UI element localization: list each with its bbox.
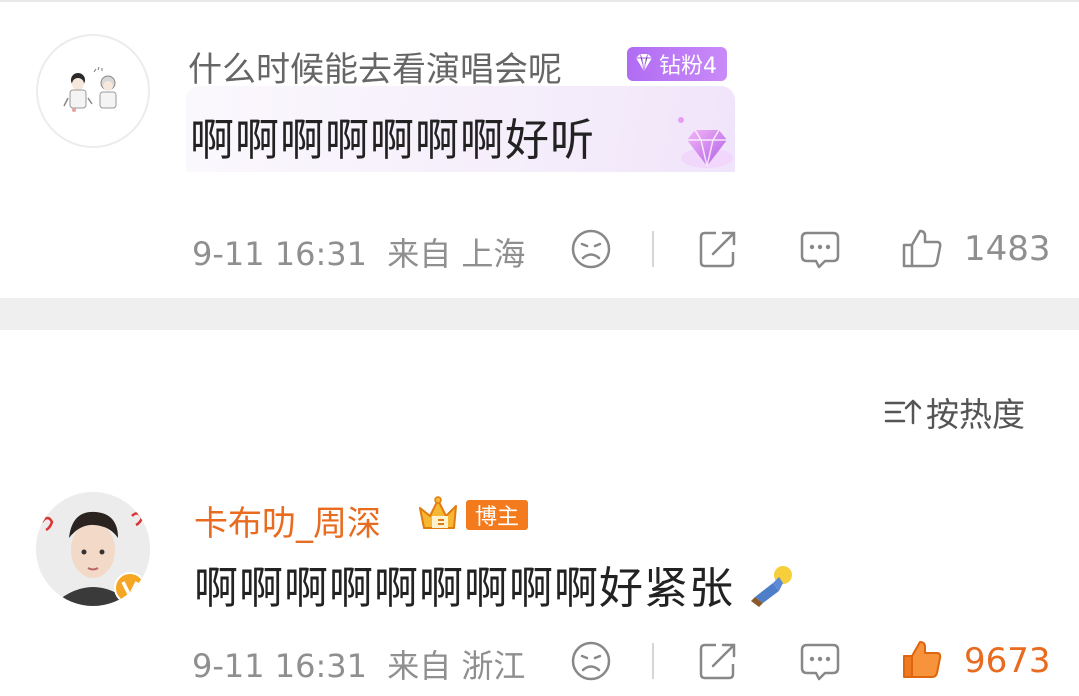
sort-icon (884, 399, 922, 425)
comment-meta: 9-11 16:31 来自 浙江 (192, 641, 525, 687)
section-separator (0, 298, 1079, 330)
avatar-illustration (63, 66, 117, 112)
fan-badge[interactable]: 钻粉4 (627, 47, 727, 81)
username[interactable]: 什么时候能去看演唱会呢 (188, 42, 562, 91)
action-divider (652, 231, 654, 267)
comment-time: 9-11 16:31 (192, 647, 368, 685)
diamond-icon (678, 117, 733, 168)
sad-face-icon[interactable] (569, 227, 613, 271)
action-divider (652, 643, 654, 679)
avatar[interactable] (36, 492, 150, 606)
kneeling-figure-icon (751, 566, 792, 607)
like-count: 9673 (964, 641, 1051, 681)
share-icon[interactable] (696, 227, 740, 271)
sort-label: 按热度 (926, 395, 1025, 434)
fan-badge-label: 钻粉4 (659, 54, 717, 79)
comment-text: 啊啊啊啊啊啊啊好听 (190, 115, 595, 166)
diamond-icon (636, 53, 652, 72)
blogger-badge-label: 博主 (466, 500, 528, 530)
comment-location: 来自 上海 (387, 235, 526, 273)
sad-face-icon[interactable] (569, 639, 613, 683)
comment-icon[interactable] (798, 639, 842, 683)
like-count: 1483 (964, 229, 1051, 269)
comment-text-content: 啊啊啊啊啊啊啊啊啊好紧张 (194, 563, 734, 614)
avatar[interactable] (36, 34, 150, 148)
comment-text: 啊啊啊啊啊啊啊啊啊好紧张 (194, 552, 795, 616)
comment-location: 来自 浙江 (387, 647, 526, 685)
comment-meta: 9-11 16:31 来自 上海 (192, 229, 525, 275)
top-divider (0, 0, 1079, 2)
username[interactable]: 卡布叻_周深 (194, 496, 381, 545)
thumbs-up-icon[interactable] (900, 226, 944, 270)
sort-button[interactable]: 按热度 (884, 388, 1025, 436)
comment-icon[interactable] (798, 227, 842, 271)
verified-v-icon (114, 572, 146, 604)
crown-icon (419, 496, 457, 529)
thumbs-up-icon[interactable] (900, 637, 944, 681)
share-icon[interactable] (696, 639, 740, 683)
comment-time: 9-11 16:31 (192, 235, 368, 273)
